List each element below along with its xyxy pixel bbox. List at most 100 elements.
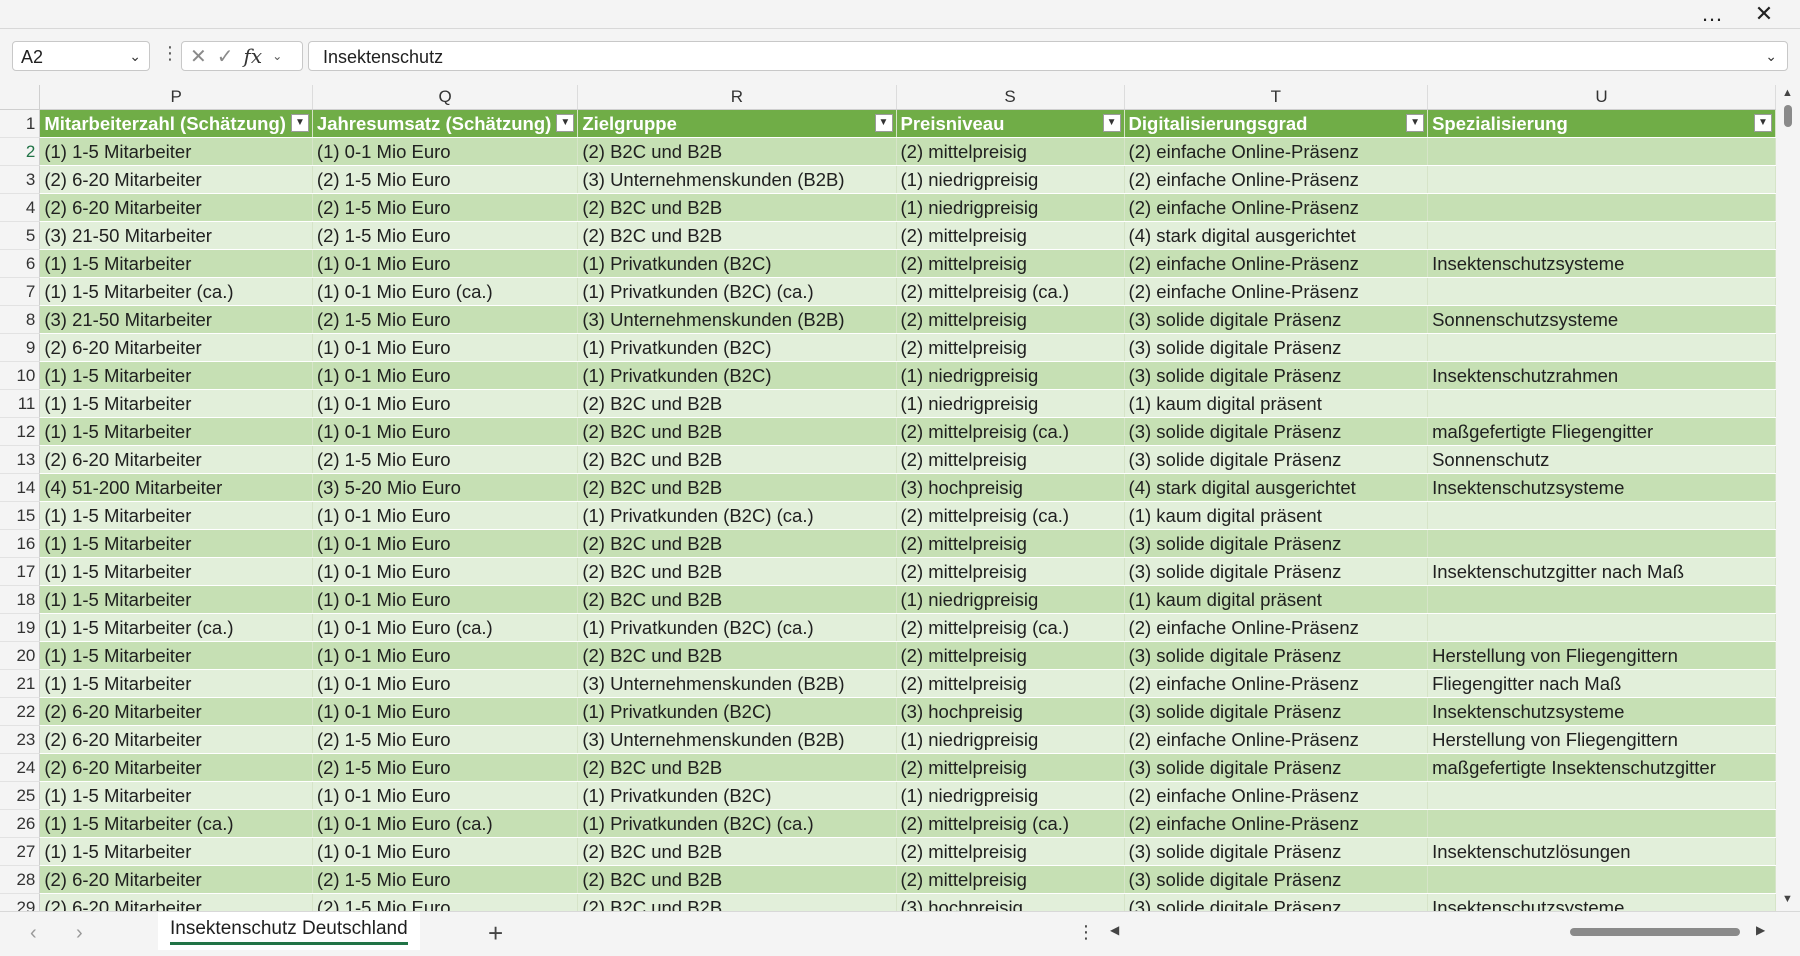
- filter-dropdown-icon[interactable]: ▼: [290, 114, 309, 132]
- table-cell[interactable]: (2) mittelpreisig: [896, 445, 1125, 474]
- table-header-cell[interactable]: Digitalisierungsgrad ▼: [1124, 109, 1429, 138]
- table-cell[interactable]: Insektenschutzlösungen: [1427, 837, 1776, 866]
- vertical-dots-icon[interactable]: ⋮: [1077, 922, 1095, 943]
- scroll-down-icon[interactable]: ▼: [1782, 893, 1793, 905]
- table-cell[interactable]: (2) einfache Online-Präsenz: [1124, 249, 1429, 278]
- table-cell[interactable]: (3) Unternehmenskunden (B2B): [577, 165, 897, 194]
- table-cell[interactable]: (1) Privatkunden (B2C): [577, 697, 897, 726]
- table-cell[interactable]: (2) mittelpreisig (ca.): [896, 613, 1125, 642]
- table-cell[interactable]: (2) 6-20 Mitarbeiter: [39, 333, 313, 362]
- close-icon[interactable]: ✕: [1742, 0, 1786, 28]
- table-cell[interactable]: [1427, 501, 1776, 530]
- table-cell[interactable]: (2) mittelpreisig: [896, 221, 1125, 250]
- table-cell[interactable]: (2) 6-20 Mitarbeiter: [39, 865, 313, 894]
- table-cell[interactable]: [1427, 277, 1776, 306]
- horizontal-scrollbar[interactable]: ◀ ▶: [1110, 922, 1770, 942]
- table-cell[interactable]: (3) solide digitale Präsenz: [1124, 361, 1429, 390]
- table-cell[interactable]: (2) mittelpreisig (ca.): [896, 417, 1125, 446]
- table-cell[interactable]: (2) 6-20 Mitarbeiter: [39, 893, 313, 911]
- table-cell[interactable]: (3) solide digitale Präsenz: [1124, 753, 1429, 782]
- table-cell[interactable]: (2) einfache Online-Präsenz: [1124, 277, 1429, 306]
- formula-input[interactable]: Insektenschutz ⌄: [308, 41, 1788, 71]
- row-number[interactable]: 6: [0, 249, 41, 278]
- table-cell[interactable]: [1427, 193, 1776, 222]
- table-cell[interactable]: Insektenschutzsysteme: [1427, 893, 1776, 911]
- table-cell[interactable]: (3) hochpreisig: [896, 697, 1125, 726]
- table-cell[interactable]: (2) mittelpreisig: [896, 305, 1125, 334]
- table-cell[interactable]: (2) einfache Online-Präsenz: [1124, 165, 1429, 194]
- row-number[interactable]: 13: [0, 445, 41, 474]
- row-number[interactable]: 20: [0, 641, 41, 670]
- table-cell[interactable]: (2) einfache Online-Präsenz: [1124, 613, 1429, 642]
- table-cell[interactable]: (1) niedrigpreisig: [896, 165, 1125, 194]
- row-number[interactable]: 1: [0, 109, 41, 138]
- table-cell[interactable]: Herstellung von Fliegengittern: [1427, 641, 1776, 670]
- filter-dropdown-icon[interactable]: ▼: [1102, 114, 1121, 132]
- table-cell[interactable]: (1) 1-5 Mitarbeiter: [39, 501, 313, 530]
- table-cell[interactable]: [1427, 781, 1776, 810]
- table-cell[interactable]: [1427, 529, 1776, 558]
- table-cell[interactable]: (2) B2C und B2B: [577, 585, 897, 614]
- row-number[interactable]: 22: [0, 697, 41, 726]
- table-cell[interactable]: [1427, 333, 1776, 362]
- column-header[interactable]: T: [1124, 85, 1429, 110]
- table-cell[interactable]: (1) 0-1 Mio Euro: [312, 585, 579, 614]
- table-cell[interactable]: (3) solide digitale Präsenz: [1124, 333, 1429, 362]
- table-cell[interactable]: (2) mittelpreisig: [896, 557, 1125, 586]
- table-cell[interactable]: (3) Unternehmenskunden (B2B): [577, 669, 897, 698]
- table-cell[interactable]: (2) mittelpreisig: [896, 837, 1125, 866]
- table-cell[interactable]: maßgefertigte Insektenschutzgitter: [1427, 753, 1776, 782]
- table-header-cell[interactable]: Mitarbeiterzahl (Schätzung) ▼: [39, 109, 313, 138]
- table-cell[interactable]: (1) 1-5 Mitarbeiter: [39, 781, 313, 810]
- row-number[interactable]: 5: [0, 221, 41, 250]
- column-header[interactable]: R: [577, 85, 897, 110]
- table-cell[interactable]: [1427, 137, 1776, 166]
- table-cell[interactable]: (1) 1-5 Mitarbeiter (ca.): [39, 809, 313, 838]
- table-cell[interactable]: (1) 1-5 Mitarbeiter: [39, 417, 313, 446]
- sheet-tab-active[interactable]: Insektenschutz Deutschland: [158, 912, 420, 950]
- vertical-scrollbar[interactable]: ▲ ▼: [1776, 85, 1800, 911]
- table-cell[interactable]: (3) solide digitale Präsenz: [1124, 837, 1429, 866]
- table-cell[interactable]: (2) 1-5 Mio Euro: [312, 725, 579, 754]
- table-cell[interactable]: (2) mittelpreisig: [896, 529, 1125, 558]
- table-cell[interactable]: (3) solide digitale Präsenz: [1124, 893, 1429, 911]
- table-cell[interactable]: (4) 51-200 Mitarbeiter: [39, 473, 313, 502]
- scroll-thumb[interactable]: [1570, 928, 1740, 936]
- table-cell[interactable]: (1) 0-1 Mio Euro: [312, 529, 579, 558]
- table-cell[interactable]: (3) solide digitale Präsenz: [1124, 865, 1429, 894]
- table-cell[interactable]: (1) 1-5 Mitarbeiter: [39, 249, 313, 278]
- table-cell[interactable]: (2) mittelpreisig: [896, 249, 1125, 278]
- table-cell[interactable]: (2) B2C und B2B: [577, 193, 897, 222]
- table-cell[interactable]: (1) 0-1 Mio Euro: [312, 249, 579, 278]
- row-number[interactable]: 23: [0, 725, 41, 754]
- table-cell[interactable]: (2) B2C und B2B: [577, 557, 897, 586]
- table-cell[interactable]: (3) solide digitale Präsenz: [1124, 417, 1429, 446]
- table-cell[interactable]: (1) 0-1 Mio Euro: [312, 501, 579, 530]
- table-cell[interactable]: [1427, 221, 1776, 250]
- vertical-dots-icon[interactable]: ⋮: [161, 43, 179, 64]
- table-cell[interactable]: (1) 0-1 Mio Euro: [312, 361, 579, 390]
- table-cell[interactable]: [1427, 865, 1776, 894]
- table-cell[interactable]: (1) niedrigpreisig: [896, 361, 1125, 390]
- table-cell[interactable]: (1) Privatkunden (B2C): [577, 249, 897, 278]
- table-cell[interactable]: (3) Unternehmenskunden (B2B): [577, 305, 897, 334]
- table-cell[interactable]: (1) 1-5 Mitarbeiter: [39, 529, 313, 558]
- table-cell[interactable]: [1427, 809, 1776, 838]
- more-options-icon[interactable]: …: [1690, 0, 1734, 28]
- expand-formula-icon[interactable]: ⌄: [1765, 48, 1777, 65]
- table-cell[interactable]: (3) solide digitale Präsenz: [1124, 641, 1429, 670]
- table-cell[interactable]: (2) einfache Online-Präsenz: [1124, 809, 1429, 838]
- table-cell[interactable]: [1427, 165, 1776, 194]
- table-cell[interactable]: (4) stark digital ausgerichtet: [1124, 221, 1429, 250]
- table-cell[interactable]: (1) niedrigpreisig: [896, 389, 1125, 418]
- filter-dropdown-icon[interactable]: ▼: [1406, 114, 1425, 132]
- table-cell[interactable]: [1427, 585, 1776, 614]
- table-cell[interactable]: (2) einfache Online-Präsenz: [1124, 137, 1429, 166]
- table-cell[interactable]: Sonnenschutzsysteme: [1427, 305, 1776, 334]
- table-cell[interactable]: (3) hochpreisig: [896, 473, 1125, 502]
- table-cell[interactable]: (2) einfache Online-Präsenz: [1124, 725, 1429, 754]
- row-number[interactable]: 24: [0, 753, 41, 782]
- row-number[interactable]: 16: [0, 529, 41, 558]
- table-cell[interactable]: (2) mittelpreisig: [896, 137, 1125, 166]
- table-header-cell[interactable]: Jahresumsatz (Schätzung) ▼: [312, 109, 579, 138]
